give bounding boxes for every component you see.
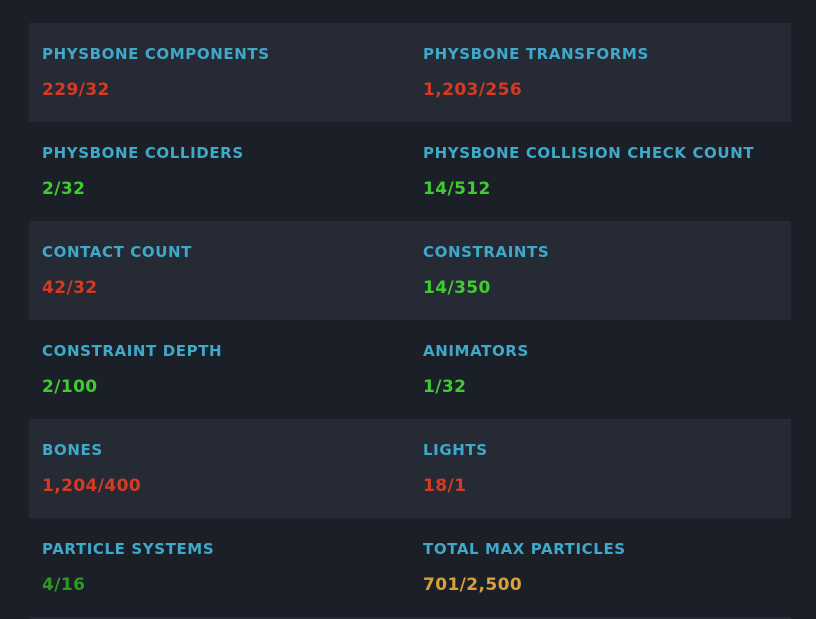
stat-physbone-collision-check-count: PHYSBONE COLLISION CHECK COUNT 14/512 [410, 122, 791, 221]
stat-constraints: CONSTRAINTS 14/350 [410, 221, 791, 320]
stat-value: 2/100 [42, 377, 98, 397]
stat-label: LIGHTS [423, 441, 488, 459]
stat-label: PHYSBONE COLLISION CHECK COUNT [423, 144, 755, 162]
stat-physbone-components: PHYSBONE COMPONENTS 229/32 [29, 23, 410, 122]
stat-contact-count: CONTACT COUNT 42/32 [29, 221, 410, 320]
stat-label: PARTICLE SYSTEMS [42, 540, 215, 558]
stats-row: BONES 1,204/400 LIGHTS 18/1 [29, 419, 791, 518]
stat-total-max-particles: TOTAL MAX PARTICLES 701/2,500 [410, 518, 791, 617]
stat-label: PHYSBONE COMPONENTS [42, 45, 270, 63]
stats-row: PHYSBONE COLLIDERS 2/32 PHYSBONE COLLISI… [29, 122, 791, 221]
stat-label: CONSTRAINT DEPTH [42, 342, 223, 360]
stats-row: PARTICLE SYSTEMS 4/16 TOTAL MAX PARTICLE… [29, 518, 791, 617]
stat-label: ANIMATORS [423, 342, 529, 360]
stat-label: CONSTRAINTS [423, 243, 550, 261]
stat-bones: BONES 1,204/400 [29, 419, 410, 518]
stat-value: 1,203/256 [423, 80, 523, 100]
stat-value: 2/32 [42, 179, 86, 199]
stat-label: PHYSBONE COLLIDERS [42, 144, 244, 162]
stat-value: 1,204/400 [42, 476, 142, 496]
stat-physbone-transforms: PHYSBONE TRANSFORMS 1,203/256 [410, 23, 791, 122]
stat-value: 14/350 [423, 278, 491, 298]
stat-value: 229/32 [42, 80, 110, 100]
stat-constraint-depth: CONSTRAINT DEPTH 2/100 [29, 320, 410, 419]
stat-particle-systems: PARTICLE SYSTEMS 4/16 [29, 518, 410, 617]
stat-value: 4/16 [42, 575, 86, 595]
stat-label: TOTAL MAX PARTICLES [423, 540, 626, 558]
stat-value: 18/1 [423, 476, 467, 496]
stats-row: CONTACT COUNT 42/32 CONSTRAINTS 14/350 [29, 221, 791, 320]
stat-label: BONES [42, 441, 103, 459]
stat-value: 1/32 [423, 377, 467, 397]
stat-animators: ANIMATORS 1/32 [410, 320, 791, 419]
stat-label: PHYSBONE TRANSFORMS [423, 45, 649, 63]
stats-row: CONSTRAINT DEPTH 2/100 ANIMATORS 1/32 [29, 320, 791, 419]
stat-label: CONTACT COUNT [42, 243, 192, 261]
stat-value: 14/512 [423, 179, 491, 199]
stat-value: 42/32 [42, 278, 98, 298]
performance-stats-panel: PHYSBONE COMPONENTS 229/32 PHYSBONE TRAN… [29, 23, 791, 617]
stats-row: PHYSBONE COMPONENTS 229/32 PHYSBONE TRAN… [29, 23, 791, 122]
stat-physbone-colliders: PHYSBONE COLLIDERS 2/32 [29, 122, 410, 221]
stat-value: 701/2,500 [423, 575, 523, 595]
stat-lights: LIGHTS 18/1 [410, 419, 791, 518]
